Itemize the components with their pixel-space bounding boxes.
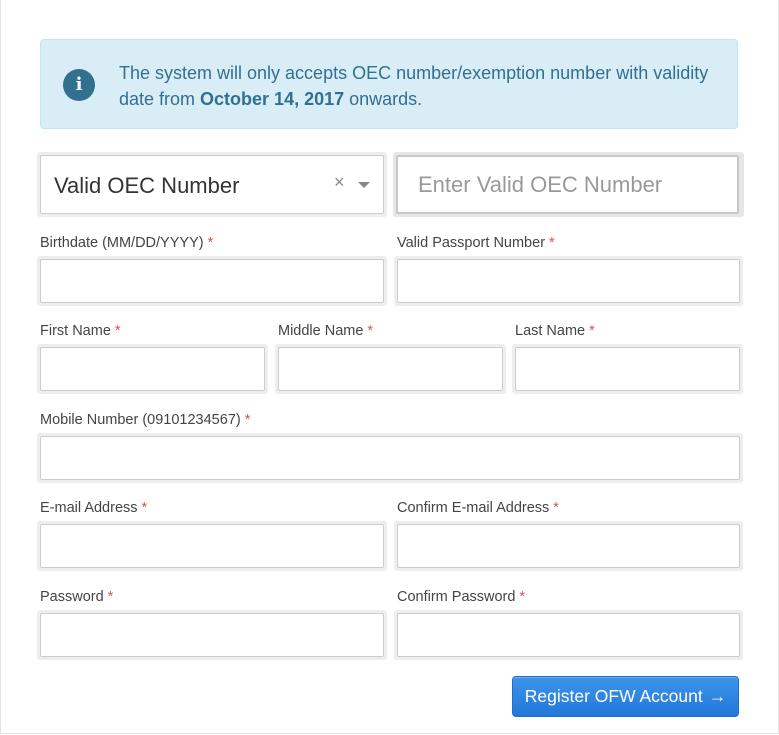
required-marker: * [207,235,214,251]
passport-input[interactable] [397,259,740,303]
last-name-label: Last Name * [515,323,595,339]
confirm-email-label: Confirm E-mail Address * [397,500,559,516]
info-icon: i [63,69,95,101]
oec-number-input[interactable] [396,155,739,214]
password-field-wrapper [37,610,387,660]
required-marker: * [107,589,114,605]
confirm-email-input[interactable] [397,524,740,568]
first-name-input[interactable] [40,347,265,391]
birthdate-input[interactable] [40,259,384,303]
password-input[interactable] [40,613,384,657]
alert-message: The system will only accepts OEC number/… [119,63,709,109]
info-alert: i The system will only accepts OEC numbe… [40,39,738,129]
required-marker: * [114,323,121,339]
registration-panel: i The system will only accepts OEC numbe… [0,0,779,734]
birthdate-label: Birthdate (MM/DD/YYYY) * [40,235,214,251]
middle-name-input[interactable] [278,347,503,391]
mobile-label: Mobile Number (09101234567) * [40,412,251,428]
oec-type-select[interactable]: Valid OEC Number × [40,155,384,214]
confirm-password-label: Confirm Password * [397,589,526,605]
required-marker: * [519,589,526,605]
confirm-password-field-wrapper [394,610,743,660]
oec-type-selected-value: Valid OEC Number [54,173,240,198]
oec-type-select-wrapper: Valid OEC Number × [37,152,387,217]
last-name-field-wrapper [512,344,743,394]
confirm-password-input[interactable] [397,613,740,657]
mobile-field-wrapper [37,433,743,483]
passport-label: Valid Passport Number * [397,235,555,251]
first-name-field-wrapper [37,344,268,394]
mobile-input[interactable] [40,436,740,480]
middle-name-field-wrapper [275,344,506,394]
last-name-input[interactable] [515,347,740,391]
required-marker: * [244,412,251,428]
email-label: E-mail Address * [40,500,148,516]
password-label: Password * [40,589,114,605]
required-marker: * [589,323,595,339]
chevron-down-icon[interactable] [358,182,370,188]
email-field-wrapper [37,521,387,571]
register-ofw-account-button[interactable]: Register OFW Account → [512,676,739,717]
middle-name-label: Middle Name * [278,323,374,339]
required-marker: * [141,500,148,516]
first-name-label: First Name * [40,323,121,339]
register-button-label: Register OFW Account [524,686,703,706]
birthdate-field-wrapper [37,256,387,306]
required-marker: * [549,235,555,251]
email-input[interactable] [40,524,384,568]
arrow-right-icon: → [708,686,727,706]
alert-date: October 14, 2017 [200,89,345,109]
confirm-email-field-wrapper [394,521,743,571]
passport-field-wrapper [394,256,743,306]
required-marker: * [553,500,559,516]
oec-number-wrapper [393,152,744,217]
clear-icon[interactable]: × [334,172,345,193]
required-marker: * [367,323,374,339]
